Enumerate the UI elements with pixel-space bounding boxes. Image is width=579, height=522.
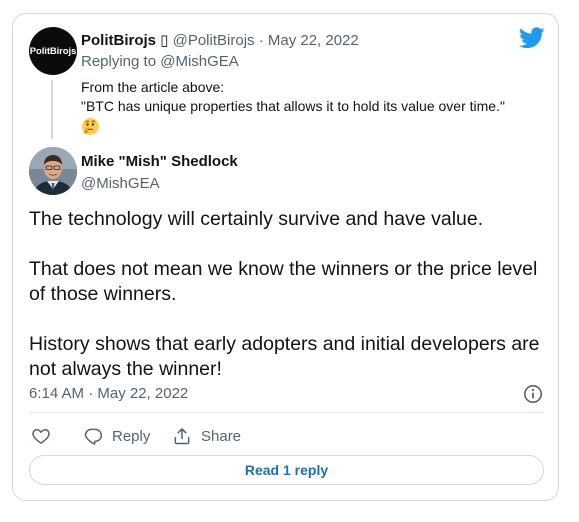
twitter-logo-icon[interactable] xyxy=(519,27,545,49)
tweet-paragraph: That does not mean we know the winners o… xyxy=(29,258,538,305)
divider xyxy=(29,412,544,413)
author-meta[interactable]: @PolitBirojs · May 22, 2022 xyxy=(173,32,359,49)
tweet-paragraph: The technology will certainly survive an… xyxy=(29,208,484,230)
author-name[interactable]: PolitBirojs ▯ xyxy=(81,32,168,49)
reply-button[interactable]: Reply xyxy=(83,425,150,447)
reply-bubble-icon xyxy=(84,428,103,445)
read-replies-button[interactable]: Read 1 reply xyxy=(29,455,544,485)
replying-to-handle-link[interactable]: @MishGEA xyxy=(160,53,239,70)
share-button[interactable]: Share xyxy=(172,425,241,447)
avatar[interactable] xyxy=(29,147,77,195)
thinking-face-icon xyxy=(82,118,99,135)
quoted-tweet-text: From the article above: "BTC has unique … xyxy=(81,78,505,116)
replying-to-label: Replying to xyxy=(81,53,161,70)
quoted-author-row: PolitBirojs ▯ @PolitBirojs · May 22, 202… xyxy=(81,31,359,49)
avatar[interactable]: PolitBirojs xyxy=(29,27,77,75)
read-replies-label: Read 1 reply xyxy=(244,462,329,478)
replying-to: Replying to @MishGEA xyxy=(81,53,239,70)
info-icon[interactable] xyxy=(523,384,543,404)
tweet-paragraph: History shows that early adopters and in… xyxy=(29,333,540,380)
quoted-text-line: From the article above: xyxy=(81,79,225,95)
avatar-text: PolitBirojs xyxy=(29,45,77,57)
profile-photo-icon xyxy=(29,147,77,195)
author-handle[interactable]: @MishGEA xyxy=(81,175,160,192)
author-name[interactable]: Mike "Mish" Shedlock xyxy=(81,153,238,170)
tweet-timestamp[interactable]: 6:14 AM · May 22, 2022 xyxy=(29,385,188,402)
reply-label: Reply xyxy=(112,427,151,445)
heart-icon xyxy=(32,429,50,444)
share-label: Share xyxy=(201,427,242,445)
tweet-body: The technology will certainly survive an… xyxy=(29,207,549,382)
quoted-text-line: "BTC has unique properties that allows i… xyxy=(81,98,505,114)
like-button[interactable] xyxy=(31,425,60,447)
tweet-card[interactable]: PolitBirojs PolitBirojs ▯ @PolitBirojs ·… xyxy=(12,13,559,501)
share-icon xyxy=(174,428,190,445)
thread-connector-line xyxy=(51,80,53,139)
